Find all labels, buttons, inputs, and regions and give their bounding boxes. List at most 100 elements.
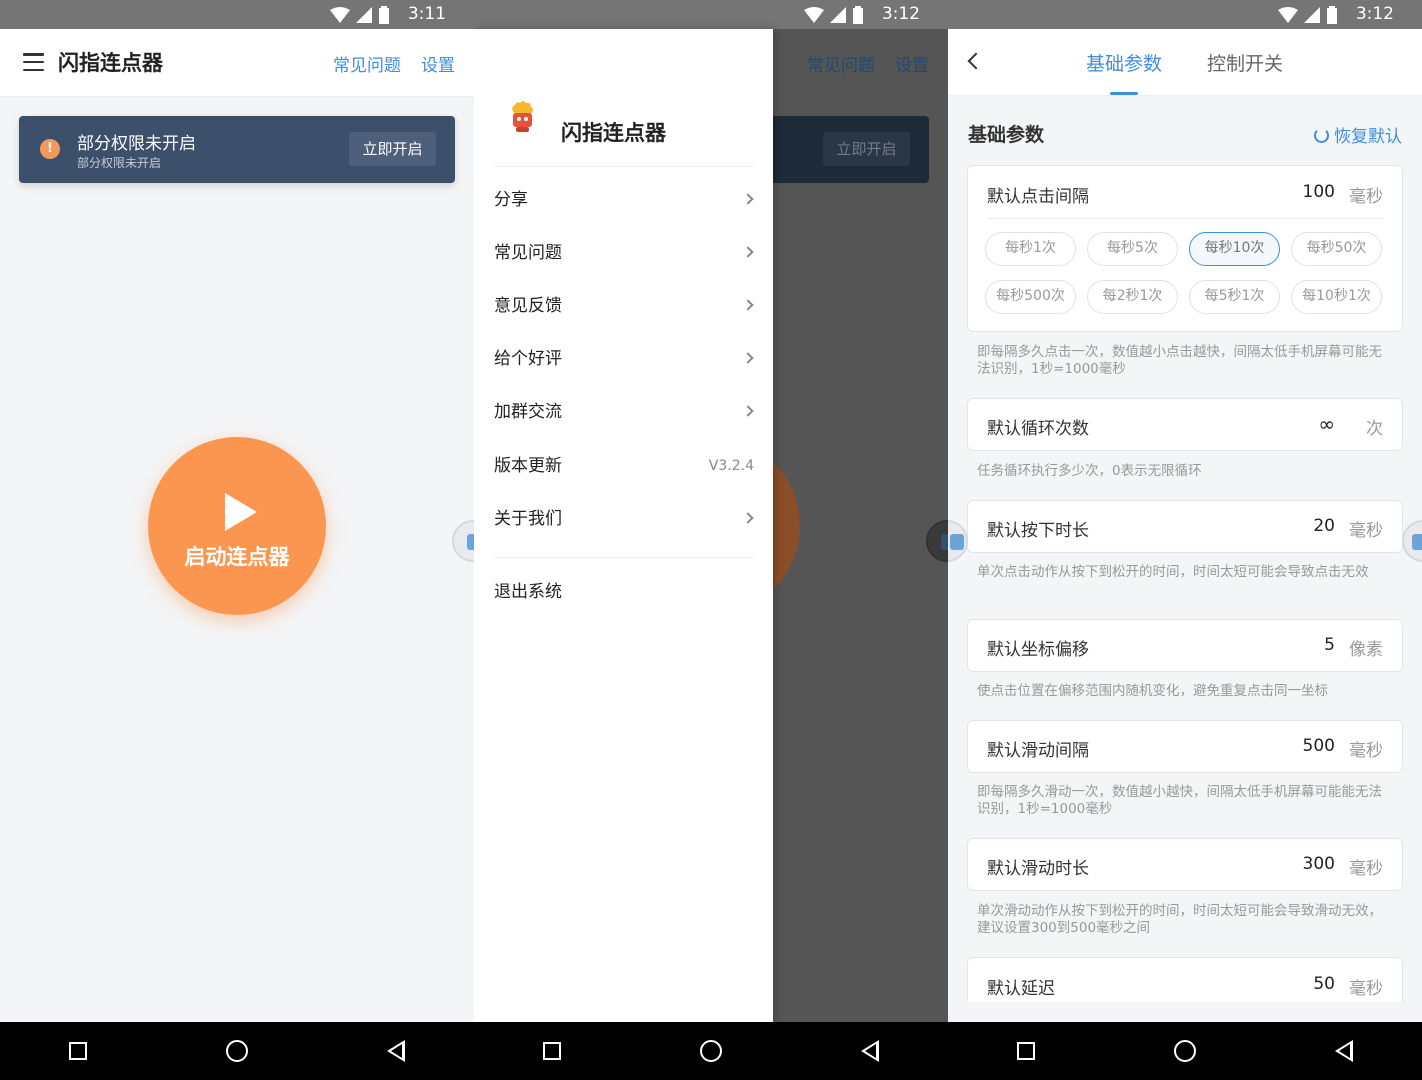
setting-unit: 像素 xyxy=(1349,640,1383,660)
setting-label: 默认滑动时长 xyxy=(987,859,1089,879)
preset-chip[interactable]: 每秒500次 xyxy=(985,280,1076,314)
back-icon[interactable] xyxy=(860,1040,879,1062)
setting-hint: 即每隔多久滑动一次，数值越小越快，间隔太低手机屏幕可能能无法识别，1秒=1000… xyxy=(977,784,1382,817)
preset-chip[interactable]: 每秒5次 xyxy=(1087,232,1178,266)
swipe-duration-card[interactable]: 默认滑动时长 300 毫秒 xyxy=(967,838,1403,891)
nav-bar xyxy=(0,1022,474,1080)
logout-button[interactable]: 退出系统 xyxy=(494,566,756,619)
preset-chip[interactable]: 每5秒1次 xyxy=(1189,280,1280,314)
swipe-interval-card[interactable]: 默认滑动间隔 500 毫秒 xyxy=(967,720,1403,773)
active-tab-indicator xyxy=(1110,92,1138,95)
drawer-screen: 3:12 常见问题 设置 立即开启 闪指连点器 分享 常见问题 意见反馈 给个好… xyxy=(474,0,948,1080)
tab-control-switches[interactable]: 控制开关 xyxy=(1207,49,1283,76)
back-arrow-icon[interactable] xyxy=(967,52,985,70)
home-icon[interactable] xyxy=(699,1040,722,1062)
floating-ball-icon[interactable] xyxy=(1402,520,1422,562)
preset-chip-selected[interactable]: 每秒10次 xyxy=(1189,232,1280,266)
preset-chip[interactable]: 每10秒1次 xyxy=(1291,280,1382,314)
floating-ball-icon[interactable] xyxy=(948,520,968,562)
reset-label: 恢复默认 xyxy=(1334,127,1402,147)
recents-icon[interactable] xyxy=(1017,1042,1036,1060)
app-title: 闪指连点器 xyxy=(58,51,163,75)
drawer-item-label: 给个好评 xyxy=(494,349,562,369)
cell-signal-icon xyxy=(1304,7,1320,23)
loop-count-card[interactable]: 默认循环次数 ∞ 次 xyxy=(967,398,1403,451)
drawer-item-faq[interactable]: 常见问题 xyxy=(494,227,756,280)
divider xyxy=(494,557,754,558)
section-title: 基础参数 xyxy=(968,124,1045,146)
preset-chip[interactable]: 每秒50次 xyxy=(1291,232,1382,266)
enable-now-button[interactable]: 立即开启 xyxy=(349,132,436,166)
main-screen: 3:11 闪指连点器 常见问题 设置 ! 部分权限未开启 部分权限未开启 立即开… xyxy=(0,0,474,1080)
status-bar: 3:12 xyxy=(948,0,1422,29)
home-icon[interactable] xyxy=(1173,1040,1196,1062)
preset-chip[interactable]: 每2秒1次 xyxy=(1087,280,1178,314)
setting-unit: 次 xyxy=(1366,419,1383,439)
reset-default-button[interactable]: 恢复默认 xyxy=(1314,122,1402,147)
warning-subtitle: 部分权限未开启 xyxy=(77,156,162,170)
recents-icon[interactable] xyxy=(69,1042,88,1060)
back-icon[interactable] xyxy=(386,1040,405,1062)
battery-icon xyxy=(379,6,389,24)
setting-value[interactable]: 50 xyxy=(1313,974,1335,994)
drawer-item-label: 常见问题 xyxy=(494,243,562,263)
setting-unit: 毫秒 xyxy=(1349,187,1383,207)
setting-unit: 毫秒 xyxy=(1349,979,1383,999)
tab-basic-params[interactable]: 基础参数 xyxy=(1086,49,1162,76)
drawer-item-join-group[interactable]: 加群交流 xyxy=(494,386,756,439)
setting-value[interactable]: 5 xyxy=(1324,635,1335,655)
setting-label: 默认延迟 xyxy=(987,979,1055,999)
drawer-item-label: 加群交流 xyxy=(494,402,562,422)
drawer-item-label: 分享 xyxy=(494,190,528,210)
setting-label: 默认滑动间隔 xyxy=(987,741,1089,761)
preset-chip[interactable]: 每秒1次 xyxy=(985,232,1076,266)
drawer-item-rate[interactable]: 给个好评 xyxy=(494,333,756,386)
wifi-icon xyxy=(330,7,350,23)
chevron-right-icon xyxy=(742,405,754,417)
play-icon xyxy=(225,493,257,531)
faq-link[interactable]: 常见问题 xyxy=(333,51,401,76)
recents-icon[interactable] xyxy=(543,1042,562,1060)
drawer-item-about[interactable]: 关于我们 xyxy=(494,493,756,546)
home-icon[interactable] xyxy=(225,1040,248,1062)
signal-icons xyxy=(1278,6,1338,24)
settings-header: 基础参数 控制开关 xyxy=(948,29,1422,96)
drawer-title: 闪指连点器 xyxy=(561,121,666,145)
settings-link[interactable]: 设置 xyxy=(421,51,455,76)
cell-signal-icon xyxy=(830,7,846,23)
drawer-item-update[interactable]: 版本更新 V3.2.4 xyxy=(494,440,756,493)
press-duration-card[interactable]: 默认按下时长 20 毫秒 xyxy=(967,500,1403,553)
battery-icon xyxy=(853,6,863,24)
divider xyxy=(494,166,754,167)
status-time: 3:11 xyxy=(407,4,446,24)
signal-icons xyxy=(804,6,864,24)
floating-ball-icon[interactable] xyxy=(452,520,474,562)
drawer-item-label: 版本更新 xyxy=(494,456,562,476)
setting-value[interactable]: 300 xyxy=(1303,854,1335,874)
setting-label: 默认坐标偏移 xyxy=(987,640,1089,660)
setting-value[interactable]: ∞ xyxy=(1318,412,1335,436)
floating-ball-icon[interactable] xyxy=(926,520,948,562)
setting-value[interactable]: 100 xyxy=(1303,182,1335,202)
menu-icon[interactable] xyxy=(23,53,44,71)
setting-hint: 单次点击动作从按下到松开的时间，时间太短可能会导致点击无效 xyxy=(977,564,1369,580)
setting-value[interactable]: 20 xyxy=(1313,516,1335,536)
drawer-item-feedback[interactable]: 意见反馈 xyxy=(494,280,756,333)
setting-hint: 任务循环执行多少次，0表示无限循环 xyxy=(977,463,1202,479)
click-interval-card[interactable]: 默认点击间隔 100 毫秒 每秒1次 每秒5次 每秒10次 每秒50次 每秒50… xyxy=(967,165,1403,332)
battery-icon xyxy=(1327,6,1337,24)
status-time: 3:12 xyxy=(1355,4,1394,24)
divider xyxy=(987,218,1383,219)
setting-value[interactable]: 500 xyxy=(1303,736,1335,756)
setting-label: 默认循环次数 xyxy=(987,419,1089,439)
chevron-right-icon xyxy=(742,352,754,364)
enable-now-button: 立即开启 xyxy=(823,132,910,166)
coordinate-offset-card[interactable]: 默认坐标偏移 5 像素 xyxy=(967,619,1403,672)
drawer-item-label: 关于我们 xyxy=(494,509,562,529)
start-clicker-button[interactable]: 启动连点器 xyxy=(148,437,326,615)
cell-signal-icon xyxy=(356,7,372,23)
chevron-right-icon xyxy=(742,299,754,311)
back-icon[interactable] xyxy=(1334,1040,1353,1062)
drawer-item-share[interactable]: 分享 xyxy=(494,174,756,227)
drawer-item-label: 意见反馈 xyxy=(494,296,562,316)
